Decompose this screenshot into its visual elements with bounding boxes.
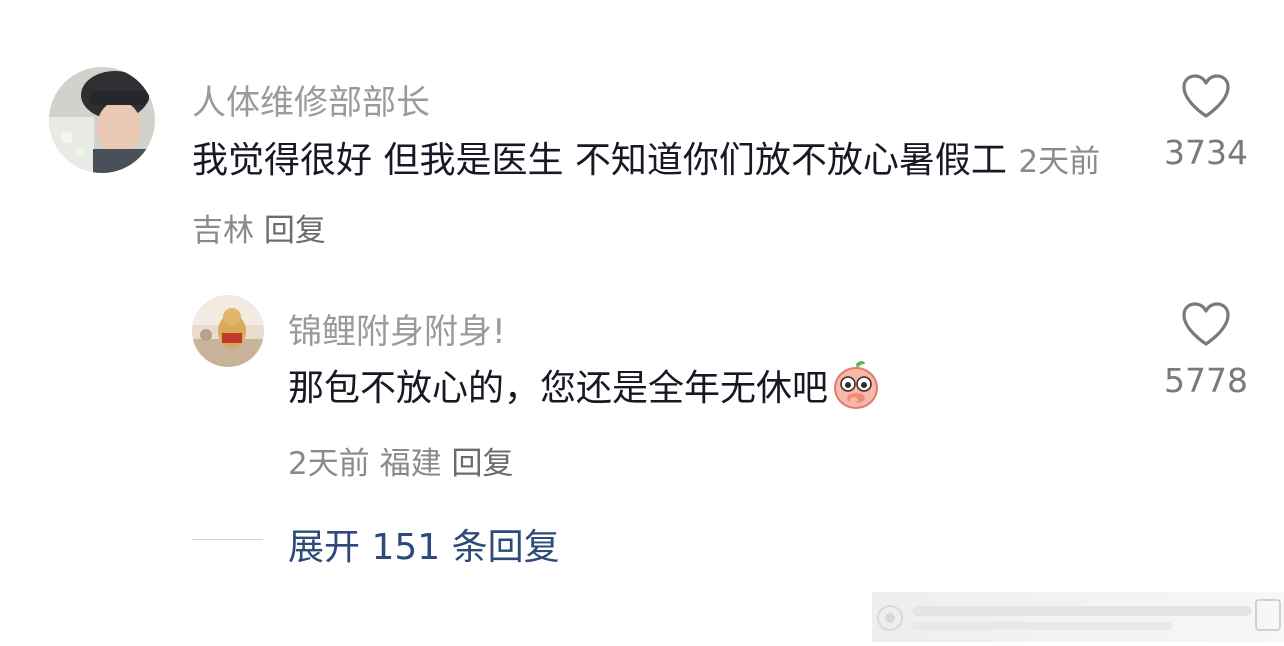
expand-replies-button[interactable]: 展开 151 条回复 bbox=[288, 518, 560, 570]
reply-username[interactable]: 锦鲤附身附身! bbox=[288, 304, 506, 353]
username[interactable]: 人体维修部部长 bbox=[192, 75, 430, 124]
reply-like-count: 5778 bbox=[1164, 361, 1248, 400]
reply-time: 2天前 bbox=[288, 446, 370, 482]
comment-text: 我觉得很好 但我是医生 不知道你们放不放心暑假工 2天前 吉林 回复 bbox=[192, 127, 1122, 265]
reply-reply-button[interactable]: 回复 bbox=[451, 446, 513, 482]
avatar[interactable] bbox=[49, 67, 155, 173]
comment-time: 2天前 bbox=[1018, 144, 1101, 180]
reply-avatar[interactable] bbox=[192, 295, 264, 367]
heart-outline-icon bbox=[1182, 302, 1230, 346]
comment-text-body: 我觉得很好 但我是医生 不知道你们放不放心暑假工 bbox=[192, 140, 1007, 181]
watermark bbox=[872, 592, 1284, 642]
reply-like-button[interactable]: 5778 bbox=[1151, 301, 1261, 400]
reply-meta: 2天前 福建 回复 bbox=[288, 438, 513, 483]
reply-text-body: 那包不放心的，您还是全年无休吧 bbox=[288, 368, 829, 409]
reply-location: 福建 bbox=[379, 446, 442, 482]
reply-text: 那包不放心的，您还是全年无休吧 bbox=[288, 355, 1128, 433]
comment-location: 吉林 bbox=[192, 213, 254, 249]
peach-emoji-icon bbox=[832, 360, 880, 433]
like-button[interactable]: 3734 bbox=[1151, 73, 1261, 172]
heart-outline-icon bbox=[1182, 74, 1230, 118]
expand-divider bbox=[192, 539, 263, 540]
reply-button[interactable]: 回复 bbox=[264, 213, 326, 249]
like-count: 3734 bbox=[1164, 133, 1248, 172]
